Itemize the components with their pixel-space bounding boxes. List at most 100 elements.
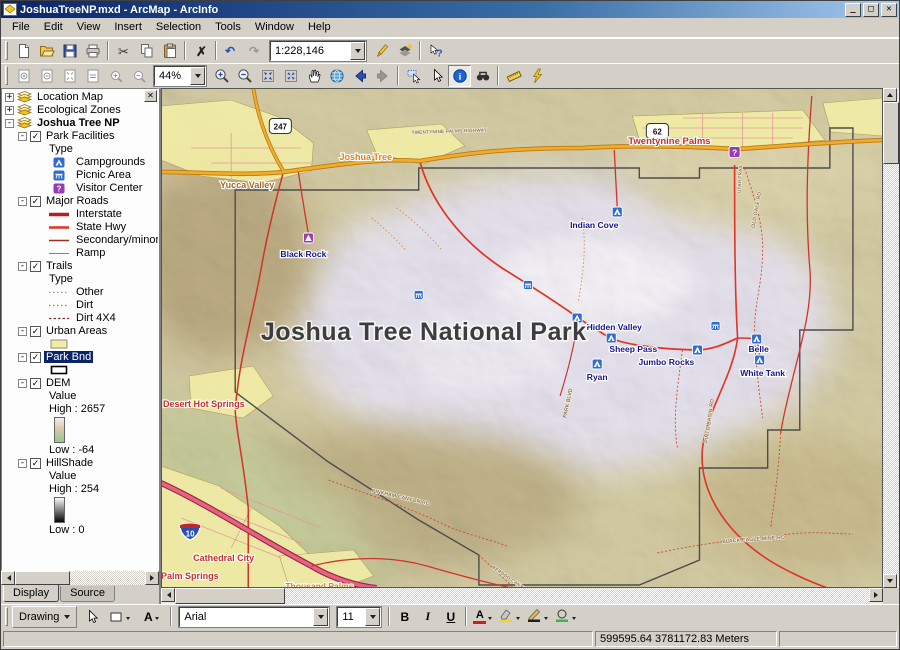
identify-button[interactable]: i	[448, 65, 471, 87]
adddata-button[interactable]	[393, 40, 416, 62]
font-size-combobox[interactable]: 11	[337, 607, 381, 627]
dash-dirt4x4-swatch[interactable]	[47, 314, 71, 323]
dropdown-arrow-icon[interactable]	[313, 608, 328, 626]
expander-icon[interactable]: -	[5, 119, 14, 128]
layer-visibility-checkbox[interactable]: ✓	[30, 352, 41, 363]
scroll-left-icon[interactable]	[161, 588, 175, 602]
fill-hollow-swatch[interactable]	[47, 365, 71, 375]
line-ramp-swatch[interactable]	[47, 249, 71, 258]
scrollbar-thumb[interactable]	[15, 571, 70, 585]
toc-item-label[interactable]: DEM	[44, 377, 72, 389]
scroll-right-icon[interactable]	[869, 588, 883, 602]
toc-dataframe[interactable]: - Joshua Tree NP	[2, 117, 158, 130]
toc-symbol[interactable]: Dirt	[2, 299, 158, 312]
toc-item-label[interactable]: Trails	[44, 260, 74, 272]
map-view[interactable]: TWENTYNINE PALMS HIGHWAYPARK BLVDPINTO B…	[161, 88, 883, 588]
toc-item-label[interactable]: Secondary/minor road	[74, 234, 159, 246]
toc-symbol[interactable]: Other	[2, 286, 158, 299]
shape-tool-button[interactable]	[103, 606, 135, 628]
toc-item-label[interactable]: Park Facilities	[44, 130, 116, 142]
layer-visibility-checkbox[interactable]: ✓	[30, 378, 41, 389]
toc-item-label[interactable]: Major Roads	[44, 195, 110, 207]
lzin-button[interactable]	[12, 65, 35, 87]
text-tool-button[interactable]: A	[135, 606, 167, 628]
dropdown-arrow-icon[interactable]	[190, 67, 205, 85]
menu-insert[interactable]: Insert	[107, 19, 149, 35]
fixedzoomin-button[interactable]	[256, 65, 279, 87]
print-button[interactable]	[81, 40, 104, 62]
toc-dataframe[interactable]: + Ecological Zones	[2, 104, 158, 117]
zoom-percent-combobox[interactable]: 44%	[154, 66, 206, 86]
picnic-swatch[interactable]	[47, 170, 71, 181]
scroll-left-icon[interactable]	[1, 571, 15, 585]
dropdown-arrow-icon[interactable]	[365, 608, 380, 626]
menu-window[interactable]: Window	[248, 19, 301, 35]
globe-button[interactable]	[325, 65, 348, 87]
toc-layer[interactable]: -✓Park Bnd	[2, 351, 158, 364]
layer-visibility-checkbox[interactable]: ✓	[30, 458, 41, 469]
toc-symbol[interactable]: Campgrounds	[2, 156, 158, 169]
toc-symbol[interactable]: Interstate	[2, 208, 158, 221]
lzout-button[interactable]	[35, 65, 58, 87]
toc-item-label[interactable]: Park Bnd	[44, 351, 93, 363]
dropdown-arrow-icon[interactable]	[350, 42, 365, 60]
toc-symbol[interactable]: Secondary/minor road	[2, 234, 158, 247]
toc-close-button[interactable]: ✕	[144, 90, 157, 102]
toc-layer[interactable]: -✓Park Facilities	[2, 130, 158, 143]
toc-symbol[interactable]: Picnic Area	[2, 169, 158, 182]
marker-color-button[interactable]	[551, 606, 579, 628]
dash-other-swatch[interactable]	[47, 288, 71, 297]
expander-icon[interactable]: +	[5, 106, 14, 115]
paste-button[interactable]	[158, 40, 181, 62]
toc-symbol[interactable]: Dirt 4X4	[2, 312, 158, 325]
expander-icon[interactable]: +	[5, 93, 14, 102]
hyperlink-button[interactable]	[525, 65, 548, 87]
menu-edit[interactable]: Edit	[37, 19, 70, 35]
fill-urban-swatch[interactable]	[47, 339, 71, 349]
new-button[interactable]	[12, 40, 35, 62]
toc-symbol[interactable]: State Hwy	[2, 221, 158, 234]
tab-source[interactable]: Source	[60, 586, 115, 602]
line-interstate-swatch[interactable]	[47, 210, 71, 219]
scrollbar-thumb[interactable]	[883, 102, 899, 164]
minimize-button[interactable]: _	[845, 3, 861, 17]
toc-item-label[interactable]: Joshua Tree NP	[35, 117, 122, 129]
toc-item-label[interactable]: Dirt 4X4	[74, 312, 118, 324]
toc-horizontal-scrollbar[interactable]	[1, 571, 159, 585]
toc-item-label[interactable]: Ecological Zones	[35, 104, 123, 116]
pointer-button[interactable]	[425, 65, 448, 87]
map-canvas[interactable]: TWENTYNINE PALMS HIGHWAYPARK BLVDPINTO B…	[161, 88, 883, 588]
toolbar-grip[interactable]	[5, 66, 8, 85]
toc-item-label[interactable]: Visitor Center	[74, 182, 144, 194]
toc-dataframe[interactable]: + Location Map	[2, 91, 158, 104]
toc-item-label[interactable]: Dirt	[74, 299, 95, 311]
lzfull-button[interactable]	[58, 65, 81, 87]
close-button[interactable]: ✕	[881, 3, 897, 17]
cut-button[interactable]: ✂	[112, 40, 135, 62]
zoomin-button[interactable]	[210, 65, 233, 87]
scroll-up-icon[interactable]	[883, 88, 897, 102]
scroll-down-icon[interactable]	[883, 574, 897, 588]
expander-icon[interactable]: -	[18, 327, 27, 336]
open-button[interactable]	[35, 40, 58, 62]
expander-icon[interactable]: -	[18, 132, 27, 141]
drawing-menu-button[interactable]: Drawing	[12, 606, 77, 628]
menu-file[interactable]: File	[5, 19, 37, 35]
ramp-hillshade-swatch[interactable]	[47, 497, 71, 523]
layer-visibility-checkbox[interactable]: ✓	[30, 261, 41, 272]
measure-button[interactable]	[502, 65, 525, 87]
pan-button[interactable]	[302, 65, 325, 87]
toc-layer[interactable]: -✓Trails	[2, 260, 158, 273]
toc-symbol[interactable]	[2, 338, 158, 351]
highlight-color-button[interactable]	[495, 606, 523, 628]
expander-icon[interactable]: -	[18, 379, 27, 388]
toc-layer[interactable]: -✓DEM	[2, 377, 158, 390]
layer-visibility-checkbox[interactable]: ✓	[30, 326, 41, 337]
lz100-button[interactable]	[81, 65, 104, 87]
maximize-button[interactable]: □	[863, 3, 879, 17]
expander-icon[interactable]: -	[18, 459, 27, 468]
lzfixout-button[interactable]	[127, 65, 150, 87]
toc-layer[interactable]: -✓HillShade	[2, 457, 158, 470]
toc-item-label[interactable]: Location Map	[35, 91, 105, 103]
scrollbar-thumb[interactable]	[175, 588, 285, 604]
